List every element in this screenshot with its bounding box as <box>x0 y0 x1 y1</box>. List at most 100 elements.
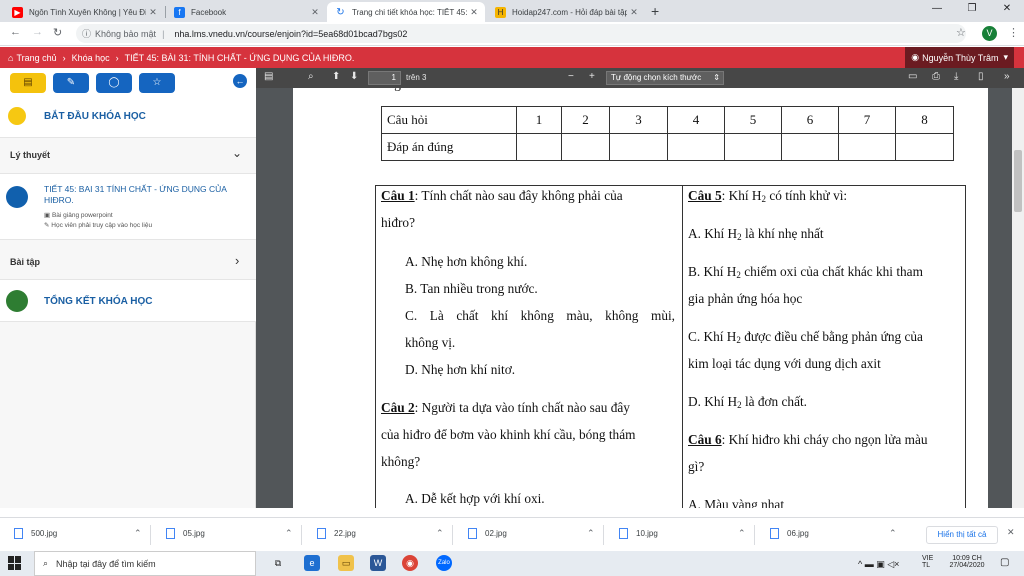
page-number-input[interactable]: 1 <box>368 71 401 85</box>
option-a: A. Nhẹ hơn không khí. <box>405 254 528 269</box>
sidebar-item-summary[interactable]: TỔNG KẾT KHÓA HỌC <box>0 280 256 322</box>
option-c: C. Là chất khí không màu, không mùi, <box>405 308 675 323</box>
tab-title: Trang chi tiết khóa học: TIẾT 45: B <box>352 7 467 17</box>
back-icon[interactable]: ← <box>10 26 21 38</box>
zalo-icon[interactable]: Zalo <box>436 555 452 571</box>
tools-icon[interactable]: » <box>1004 71 1010 82</box>
course-sidebar: ▤ ✎ ◯ ☆ ← BẮT ĐẦU KHÓA HỌC Lý thuyết ⌄ T… <box>0 68 256 508</box>
sidebar-toggle-icon[interactable]: ▤ <box>264 71 273 82</box>
option-a: A. Màu vàng nhạt <box>688 497 785 508</box>
user-menu[interactable]: ◉ Nguyễn Thùy Trâm ▾ <box>905 47 1014 68</box>
breadcrumb-home[interactable]: Trang chủ <box>16 53 56 63</box>
open-file-icon[interactable]: ▭ <box>908 71 917 82</box>
profile-avatar[interactable]: V <box>982 26 997 41</box>
breadcrumb-lesson[interactable]: TIẾT 45: BÀI 31: TÍNH CHẤT - ỨNG DỤNG CỦ… <box>125 53 355 63</box>
chevron-up-icon[interactable]: ⌃ <box>889 528 897 539</box>
comment-button[interactable]: ◯ <box>96 73 132 93</box>
download-item[interactable]: 06.jpg <box>770 528 809 539</box>
maximize-button[interactable]: ❐ <box>955 3 989 14</box>
show-all-downloads-button[interactable]: Hiển thị tất cả <box>926 526 998 544</box>
address-bar-row: ← → ↻ ⓘ Không bảo mật | nha.lms.vnedu.vn… <box>0 22 1024 46</box>
edge-icon[interactable]: e <box>304 555 320 571</box>
chevron-up-icon[interactable]: ⌃ <box>587 528 595 539</box>
comment-icon: ◯ <box>108 77 120 88</box>
hoidap-icon: H <box>495 6 506 18</box>
scrollbar-thumb[interactable] <box>1014 150 1022 212</box>
forward-icon[interactable]: → <box>32 26 43 38</box>
task-view-icon[interactable]: ⧉ <box>270 555 286 571</box>
tab-course-active[interactable]: ↻ Trang chi tiết khóa học: TIẾT 45: B ✕ <box>327 2 485 22</box>
chevron-up-icon[interactable]: ⌃ <box>134 528 142 539</box>
note-button[interactable]: ▤ <box>10 73 46 93</box>
sidebar-item-lesson[interactable]: TIẾT 45: BAI 31 TÍNH CHẤT - ỨNG DỤNG CỦA… <box>0 174 256 240</box>
bookmark-icon[interactable]: ▯ <box>978 71 984 82</box>
caret-down-icon: ▾ <box>1003 52 1008 62</box>
download-item[interactable]: 10.jpg <box>619 528 658 539</box>
reload-icon[interactable]: ↻ <box>53 26 62 39</box>
breadcrumb-course[interactable]: Khóa học <box>72 53 110 63</box>
tab-facebook[interactable]: f Facebook ✕ <box>166 2 326 22</box>
arrow-down-icon[interactable]: ⬇ <box>350 71 358 82</box>
chrome-icon[interactable]: ◉ <box>402 555 418 571</box>
tab-youtube[interactable]: ▶ Ngôn Tình Xuyên Không | Yêu Đi ✕ <box>4 2 164 22</box>
sidebar-item-label: BẮT ĐẦU KHÓA HỌC <box>44 111 146 122</box>
info-icon[interactable]: ⓘ <box>82 27 91 40</box>
chevron-up-icon[interactable]: ⌃ <box>436 528 444 539</box>
collapse-sidebar-button[interactable]: ← <box>233 74 247 88</box>
notification-icon[interactable]: ▢ <box>1000 557 1009 568</box>
print-icon[interactable]: ⎙ <box>932 71 940 82</box>
language-indicator[interactable]: VIE TL <box>922 555 933 569</box>
close-icon[interactable]: ✕ <box>627 7 641 18</box>
tray-icons[interactable]: ^ ▬ ▣ ◁× <box>858 559 899 570</box>
image-file-icon <box>317 528 326 539</box>
chevron-up-icon[interactable]: ⌃ <box>285 528 293 539</box>
download-item[interactable]: 500.jpg <box>14 528 57 539</box>
table-row: Câu hỏi 1 2 3 4 5 6 7 8 <box>381 106 954 134</box>
bookmark-star-icon[interactable]: ☆ <box>956 26 966 39</box>
arrow-up-icon[interactable]: ⬆ <box>332 71 340 82</box>
minimize-button[interactable]: — <box>920 3 954 14</box>
close-icon[interactable]: ✕ <box>1007 527 1015 538</box>
close-icon[interactable]: ✕ <box>308 7 322 18</box>
download-icon[interactable]: ⤓ <box>954 71 958 82</box>
pdf-viewer[interactable]: bảng sau: Câu hỏi 1 2 3 4 5 6 7 8 Đáp án… <box>256 88 1012 508</box>
new-tab-button[interactable]: + <box>651 3 659 19</box>
vertical-scrollbar[interactable] <box>1012 88 1024 508</box>
zoom-select[interactable]: Tự động chọn kích thước ⇕ <box>606 71 724 85</box>
file-icon: ▣ <box>44 212 51 219</box>
sidebar-item-label: TỔNG KẾT KHÓA HỌC <box>44 296 153 307</box>
windows-start-icon[interactable] <box>8 556 22 570</box>
search-icon[interactable]: ⌕ <box>308 71 314 82</box>
status-dot-icon <box>6 290 28 312</box>
download-item[interactable]: 22.jpg <box>317 528 356 539</box>
arrow-left-icon: ← <box>235 76 245 86</box>
image-file-icon <box>619 528 628 539</box>
sidebar-section-theory[interactable]: Lý thuyết ⌄ <box>0 138 256 174</box>
attachment-button[interactable]: ✎ <box>53 73 89 93</box>
clock[interactable]: 10:09 CH 27/04/2020 <box>944 555 990 569</box>
word-icon[interactable]: W <box>370 555 386 571</box>
status-dot-icon <box>8 107 26 125</box>
tab-hoidap[interactable]: H Hoidap247.com - Hỏi đáp bài tập ✕ <box>487 2 645 22</box>
taskbar-search-input[interactable]: ⌕ Nhập tại đây để tìm kiếm <box>34 551 256 576</box>
image-file-icon <box>770 528 779 539</box>
zoom-in-icon[interactable]: + <box>589 71 595 82</box>
favorite-button[interactable]: ☆ <box>139 73 175 93</box>
chevron-up-icon[interactable]: ⌃ <box>738 528 746 539</box>
close-icon[interactable]: ✕ <box>467 7 481 18</box>
question-5: Câu 5: Khí H2 có tính khử vì: <box>688 188 848 204</box>
window-close-button[interactable]: ✕ <box>990 3 1024 14</box>
menu-kebab-icon[interactable]: ⋮ <box>1008 26 1019 39</box>
download-item[interactable]: 05.jpg <box>166 528 205 539</box>
file-explorer-icon[interactable]: ▭ <box>338 555 354 571</box>
facebook-icon: f <box>174 6 185 18</box>
option-b: B. Tan nhiều trong nước. <box>405 281 538 296</box>
zoom-out-icon[interactable]: − <box>568 71 574 82</box>
sidebar-item-start[interactable]: BẮT ĐẦU KHÓA HỌC <box>0 98 256 138</box>
option-a: A. Dễ kết hợp với khí oxi. <box>405 491 545 506</box>
close-icon[interactable]: ✕ <box>146 7 160 18</box>
url-omnibox[interactable]: ⓘ Không bảo mật | nha.lms.vnedu.vn/cours… <box>76 24 966 43</box>
sidebar-section-exercises[interactable]: Bài tập › <box>0 240 256 280</box>
section-label: Bài tập <box>10 257 41 267</box>
download-item[interactable]: 02.jpg <box>468 528 507 539</box>
